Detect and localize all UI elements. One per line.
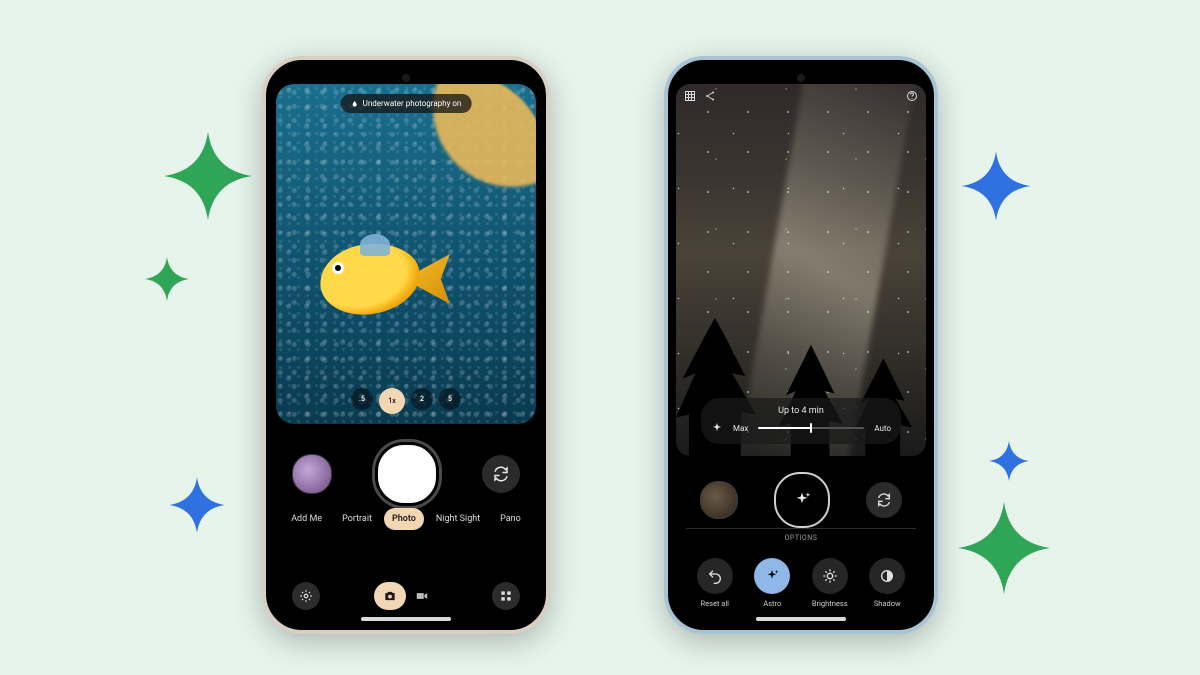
quick-label: Astro (763, 599, 781, 608)
exposure-panel: Up to 4 min Max Auto (701, 398, 901, 444)
settings-icon (299, 589, 313, 603)
front-camera-dot (402, 74, 410, 82)
more-icon (499, 589, 513, 603)
more-button[interactable] (492, 582, 520, 610)
reset-all-button[interactable] (697, 558, 733, 594)
quick-label: Brightness (812, 599, 848, 608)
camera-flip-button[interactable] (482, 455, 520, 493)
zoom-level-selected[interactable]: 1x (379, 388, 405, 414)
photo-icon (383, 589, 397, 603)
sparkle-icon (711, 422, 723, 434)
share-icon[interactable] (704, 90, 716, 102)
camera-flip-icon (492, 465, 510, 483)
video-icon (415, 589, 429, 603)
sparkle-decoration (144, 256, 190, 302)
editor-controls: OPTIONS Reset all Astro (672, 466, 930, 626)
mode-night-sight[interactable]: Night Sight (428, 508, 488, 530)
shadow-button[interactable] (869, 558, 905, 594)
gallery-thumbnail[interactable] (700, 481, 738, 519)
photo-mode-button[interactable] (374, 582, 406, 610)
shutter-button[interactable] (774, 472, 830, 528)
options-label: OPTIONS (672, 534, 930, 542)
mode-pano[interactable]: Pano (492, 508, 529, 530)
exposure-left-label: Max (733, 424, 748, 433)
fish-subject (300, 224, 450, 344)
camera-flip-icon (876, 492, 892, 508)
home-indicator[interactable] (361, 617, 451, 621)
gallery-thumbnail[interactable] (292, 454, 332, 494)
zoom-selector: .5 1x 2 5 (351, 388, 461, 414)
exposure-right-label: Auto (874, 424, 891, 433)
phone-editor-screen: Up to 4 min Max Auto (672, 64, 930, 626)
zoom-level[interactable]: 2 (411, 388, 433, 410)
mode-toast: Underwater photography on (341, 94, 472, 113)
sparkle-decoration (960, 150, 1032, 222)
camera-controls: Add Me Portrait Photo Night Sight Pano (270, 434, 542, 626)
sparkle-decoration (988, 440, 1030, 482)
phone-camera: Underwater photography on .5 1x 2 5 (262, 56, 550, 634)
photo-video-toggle (374, 582, 438, 610)
quick-label: Reset all (701, 599, 730, 608)
shutter-button[interactable] (375, 442, 439, 506)
exposure-slider[interactable] (758, 427, 864, 429)
phone-camera-screen: Underwater photography on .5 1x 2 5 (270, 64, 542, 626)
water-icon (351, 100, 359, 108)
video-mode-button[interactable] (406, 582, 438, 610)
exposure-title: Up to 4 min (711, 406, 891, 416)
quick-label: Shadow (874, 599, 901, 608)
mode-toast-label: Underwater photography on (363, 99, 462, 108)
brightness-button[interactable] (812, 558, 848, 594)
camera-flip-button[interactable] (866, 482, 902, 518)
night-viewfinder[interactable]: Up to 4 min Max Auto (676, 84, 926, 456)
astro-button[interactable] (754, 558, 790, 594)
sparkle-decoration (168, 476, 226, 534)
camera-viewfinder[interactable]: Underwater photography on .5 1x 2 5 (276, 84, 536, 424)
front-camera-dot (797, 74, 805, 82)
mode-add-me[interactable]: Add Me (283, 508, 330, 530)
promo-stage: Underwater photography on .5 1x 2 5 (0, 0, 1200, 675)
zoom-level[interactable]: 5 (439, 388, 461, 410)
grid-icon[interactable] (684, 90, 696, 102)
sparkle-icon (792, 490, 812, 510)
undo-icon (707, 568, 723, 584)
zoom-level[interactable]: .5 (351, 388, 373, 410)
sparkle-decoration (162, 130, 254, 222)
sparkle-icon (764, 568, 780, 584)
home-indicator[interactable] (756, 617, 846, 621)
help-icon[interactable] (906, 90, 918, 102)
divider (686, 528, 916, 529)
sparkle-decoration (956, 500, 1052, 596)
phone-editor: Up to 4 min Max Auto (664, 56, 938, 634)
settings-button[interactable] (292, 582, 320, 610)
quick-actions: Reset all Astro Brightness (672, 558, 930, 608)
mode-portrait[interactable]: Portrait (334, 508, 380, 530)
mode-row[interactable]: Add Me Portrait Photo Night Sight Pano (270, 508, 542, 530)
mode-photo[interactable]: Photo (384, 508, 424, 530)
brightness-icon (822, 568, 838, 584)
shadow-icon (879, 568, 895, 584)
